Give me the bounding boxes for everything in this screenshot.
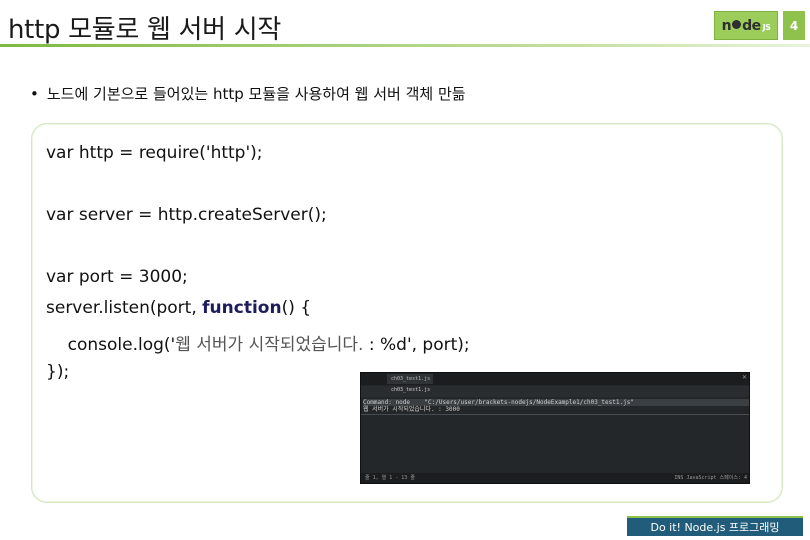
code-line-4: server.listen(port, function() { <box>46 298 312 318</box>
ide-tab-active: ch03_test1.js <box>387 374 433 384</box>
page-number: 4 <box>783 11 805 40</box>
ide-status-right: INS JavaScript 스페이스: 4 <box>674 475 747 481</box>
bullet-icon: • <box>30 85 39 103</box>
ide-tab-bar: ch03_test1.js ✕ <box>361 373 749 385</box>
bullet-text: 노드에 기본으로 들어있는 http 모듈을 사용하여 웹 서버 객체 만듦 <box>46 85 466 103</box>
code-line-5: console.log('웹 서버가 시작되었습니다. : %d', port)… <box>46 335 470 355</box>
ide-status-bar: 줄 1, 열 1 - 13 줄 INS JavaScript 스페이스: 4 <box>361 473 749 483</box>
ide-screenshot: ch03_test1.js ✕ ch03_test1.js Command: n… <box>360 372 750 484</box>
ide-status-left: 줄 1, 열 1 - 13 줄 <box>365 475 415 481</box>
bullet-point: • 노드에 기본으로 들어있는 http 모듈을 사용하여 웹 서버 객체 만듦 <box>30 83 466 104</box>
footer-badge: Do it! Node.js 프로그래밍 <box>627 516 803 536</box>
ide-file-bar: ch03_test1.js <box>361 386 749 397</box>
ide-command-line: Command: node "C:/Users/user/brackets-no… <box>363 399 749 406</box>
code-line-6: }); <box>46 362 70 382</box>
nodejs-logo-text: n de JS <box>721 17 771 34</box>
code-line-3: var port = 3000; <box>46 267 188 287</box>
code-line-1: var http = require('http'); <box>46 143 263 163</box>
nodejs-logo: n de JS <box>714 11 778 40</box>
nodejs-logo-hexagon-icon <box>732 19 742 29</box>
code-line-2: var server = http.createServer(); <box>46 205 327 225</box>
ide-output: Command: node "C:/Users/user/brackets-no… <box>363 399 749 413</box>
slide-title: http 모듈로 웹 서버 시작 <box>8 15 281 45</box>
slide-header: http 모듈로 웹 서버 시작 n de JS 4 <box>0 0 810 48</box>
ide-output-line: 웹 서버가 시작되었습니다. : 3000 <box>363 406 460 413</box>
function-keyword: function <box>202 298 282 318</box>
close-icon: ✕ <box>741 374 747 381</box>
ide-divider <box>361 414 749 415</box>
ide-tab-inactive <box>363 374 383 384</box>
ide-file-name: ch03_test1.js <box>391 387 431 393</box>
title-divider <box>0 44 810 47</box>
